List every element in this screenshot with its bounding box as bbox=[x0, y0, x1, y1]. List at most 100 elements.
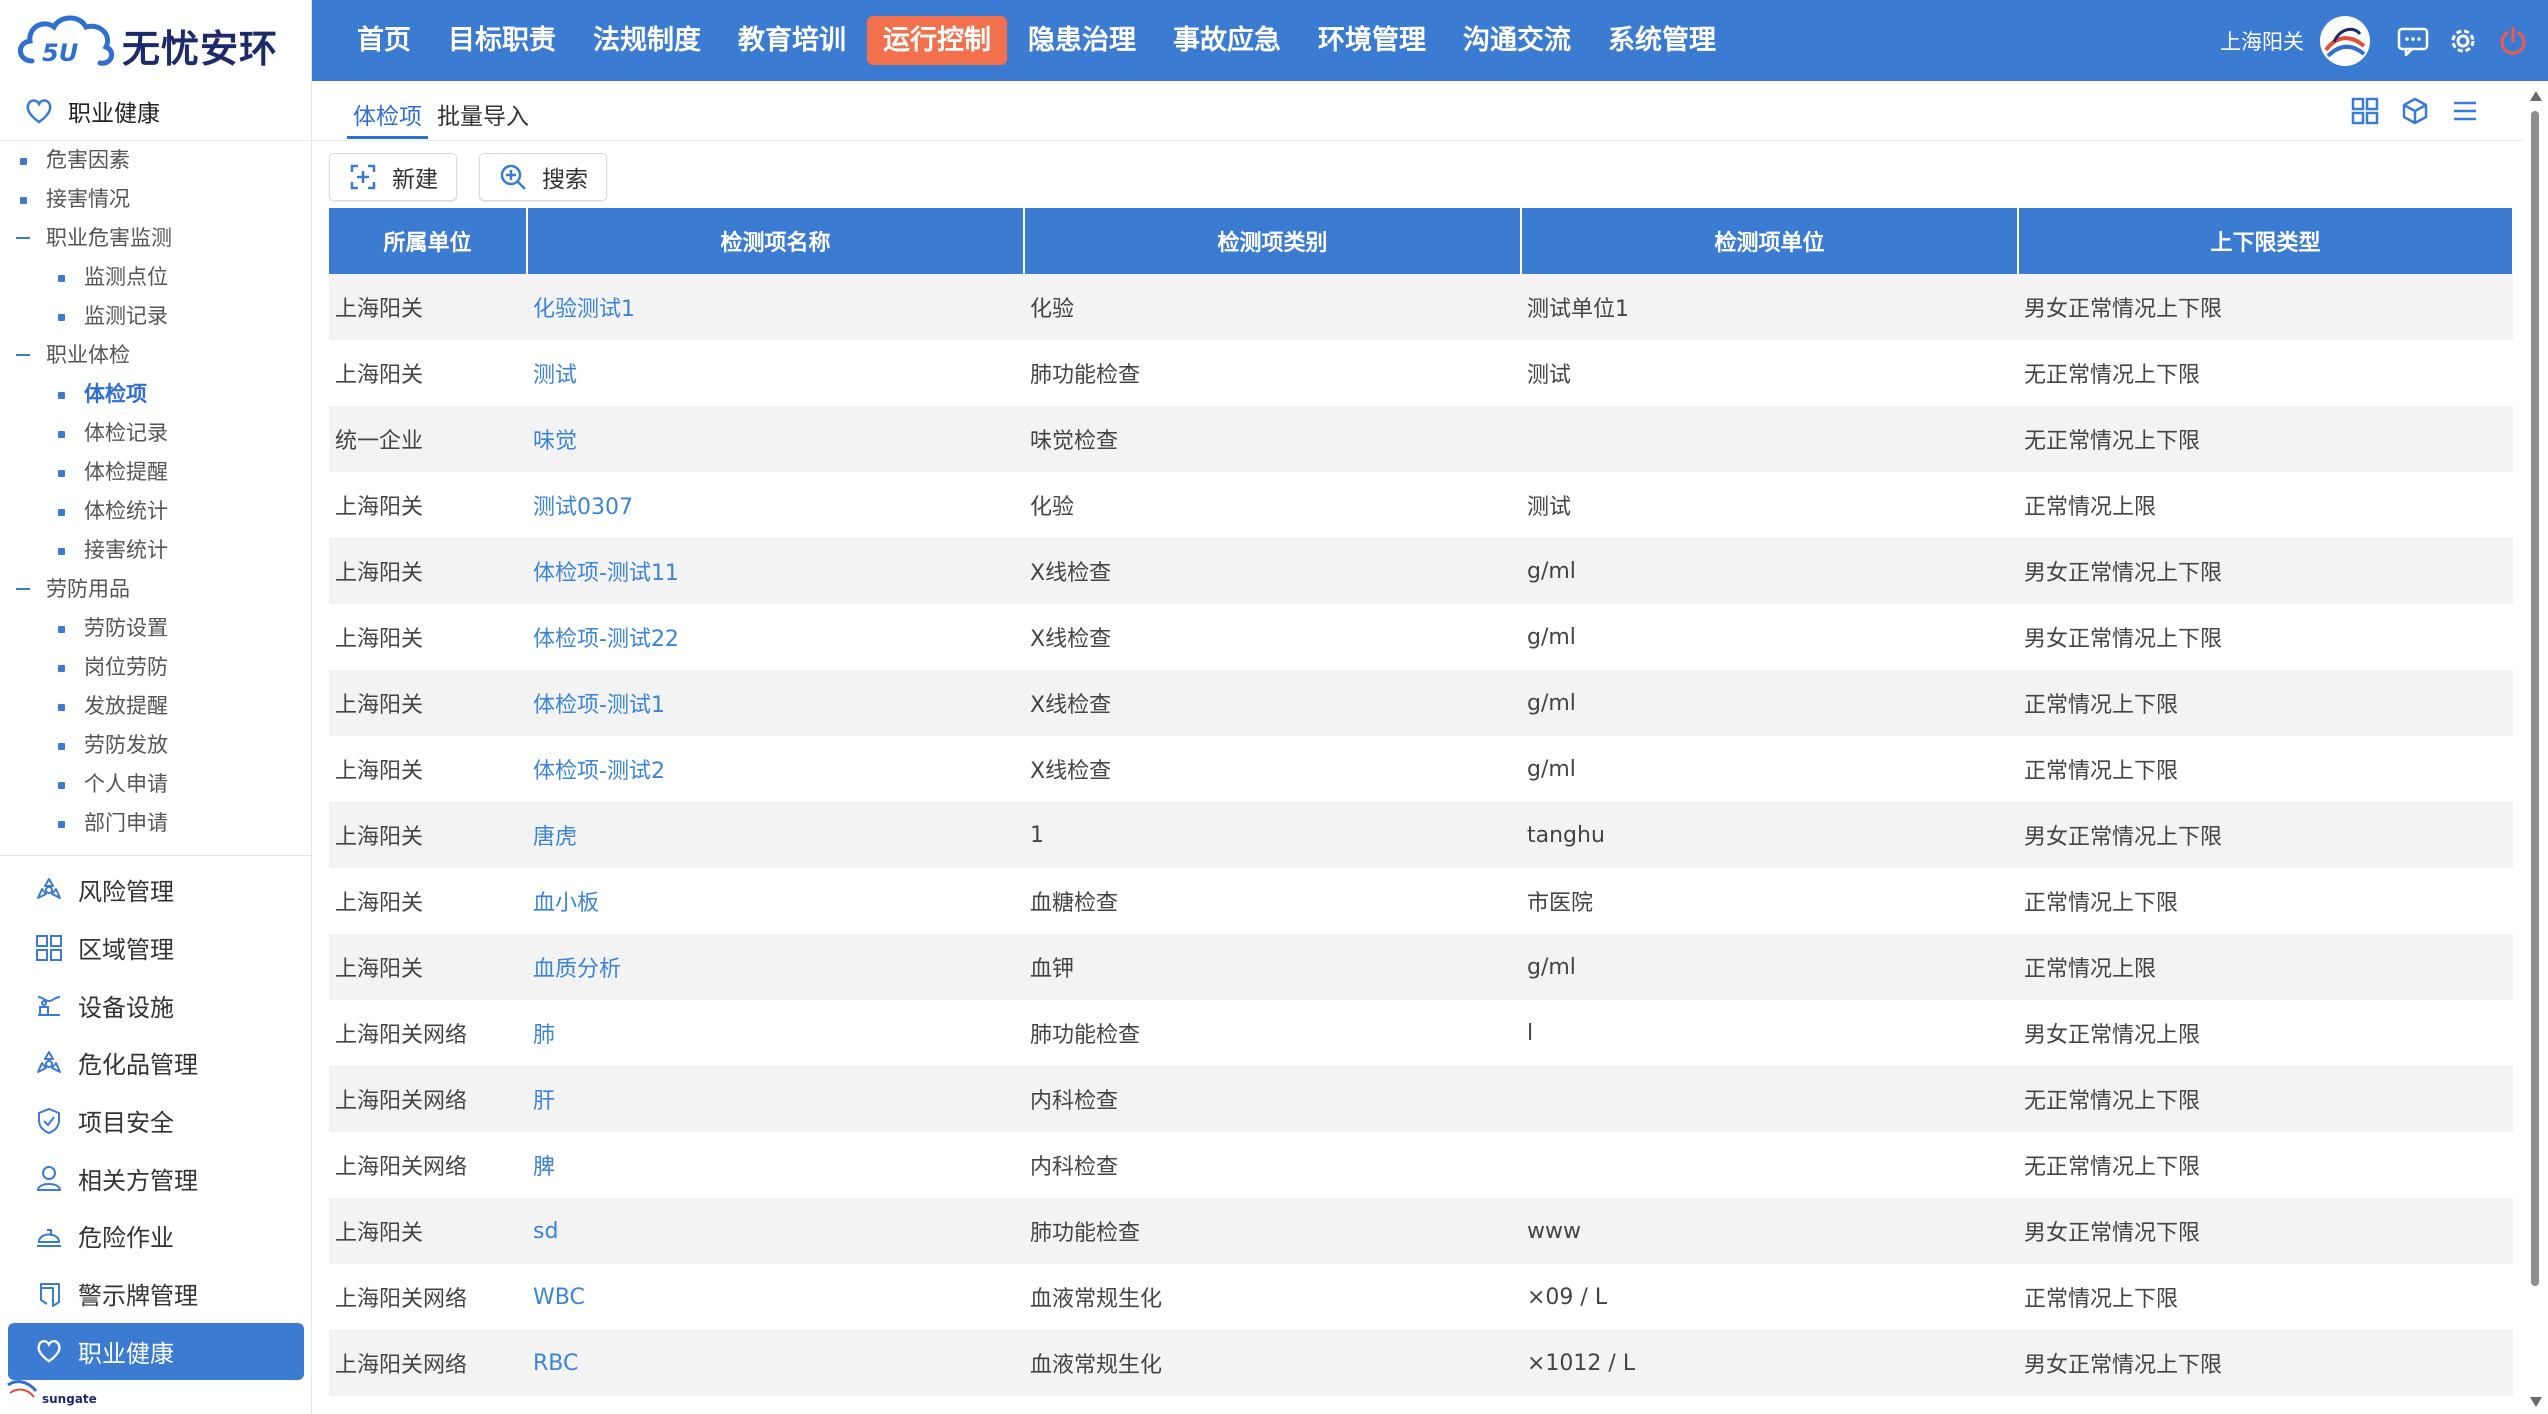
cell-item-name[interactable]: 肺 bbox=[527, 1000, 1024, 1066]
sidebar-tree-item[interactable]: 危害因素 bbox=[0, 141, 312, 180]
table-row[interactable]: 上海阳关网络 RBC 血液常规生化 ×1012 / L 男女正常情况上下限 bbox=[329, 1330, 2513, 1396]
sidebar-section-header[interactable]: 职业健康 bbox=[0, 81, 312, 141]
sidebar-tree-group[interactable]: 职业体检 bbox=[0, 336, 312, 375]
table-row[interactable]: 上海阳关 体检项-测试1 X线检查 g/ml 正常情况上下限 bbox=[329, 670, 2513, 736]
scroll-thumb[interactable] bbox=[2531, 111, 2539, 1286]
cell-limit-type: 正常情况上下限 bbox=[2018, 868, 2513, 934]
column-header-limit-type[interactable]: 上下限类型 bbox=[2018, 208, 2514, 274]
grid-view-icon[interactable] bbox=[2347, 93, 2383, 129]
sidebar-tree-item[interactable]: 体检统计 bbox=[0, 492, 312, 531]
cell-item-name[interactable]: 唐虎 bbox=[527, 802, 1024, 868]
table-row[interactable]: 上海阳关 sd 肺功能检查 www 男女正常情况下限 bbox=[329, 1198, 2513, 1264]
table-row[interactable]: 统一企业 味觉 味觉检查 无正常情况上下限 bbox=[329, 406, 2513, 472]
sidebar-module[interactable]: 相关方管理 bbox=[8, 1149, 304, 1207]
power-icon[interactable] bbox=[2488, 16, 2538, 66]
sidebar-module[interactable]: 区域管理 bbox=[8, 919, 304, 977]
table-row[interactable]: 上海阳关网络肺肺功能检查 l 男女正常情况上限 bbox=[329, 1000, 2513, 1066]
sidebar-tree-item[interactable]: 接害统计 bbox=[0, 531, 312, 570]
logo[interactable]: 5U 无忧安环 bbox=[0, 0, 312, 81]
cell-item-name[interactable]: RBC bbox=[527, 1330, 1024, 1396]
cell-item-unit: tanghu bbox=[1521, 802, 2018, 868]
sidebar-tree-label: 部门申请 bbox=[84, 811, 168, 835]
table-row[interactable]: 上海阳关网络脾内科检查 无正常情况上下限 bbox=[329, 1132, 2513, 1198]
cell-item-name[interactable]: 化验测试1 bbox=[527, 274, 1024, 340]
bullet-icon bbox=[58, 548, 65, 555]
sidebar-tree-item[interactable]: 体检记录 bbox=[0, 414, 312, 453]
nav-item[interactable]: 隐患治理 bbox=[1012, 16, 1152, 65]
sidebar-tree-item[interactable]: 体检项 bbox=[0, 375, 312, 414]
nav-item[interactable]: 首页 bbox=[341, 16, 427, 65]
nav-item[interactable]: 目标职责 bbox=[432, 16, 572, 65]
nav-item[interactable]: 系统管理 bbox=[1592, 16, 1732, 65]
sidebar-module[interactable]: 危险作业 bbox=[8, 1207, 304, 1265]
cell-item-name[interactable]: 味觉 bbox=[527, 406, 1024, 472]
table-row[interactable]: 上海阳关 体检项-测试2 X线检查 g/ml 正常情况上下限 bbox=[329, 736, 2513, 802]
nav-item[interactable]: 沟通交流 bbox=[1447, 16, 1587, 65]
cell-item-name[interactable]: 体检项-测试11 bbox=[527, 538, 1024, 604]
cell-item-name[interactable]: 血小板 bbox=[527, 868, 1024, 934]
list-view-icon[interactable] bbox=[2447, 93, 2483, 129]
sidebar-tree-item[interactable]: 发放提醒 bbox=[0, 687, 312, 726]
sidebar-module[interactable]: 设备设施 bbox=[8, 976, 304, 1034]
table-row[interactable]: 上海阳关 化验测试1 化验 测试单位1 男女正常情况上下限 bbox=[329, 274, 2513, 340]
table-row[interactable]: 上海阳关 体检项-测试11 X线检查 g/ml 男女正常情况上下限 bbox=[329, 538, 2513, 604]
tab-batch-import[interactable]: 批量导入 bbox=[437, 97, 529, 131]
table-row[interactable]: 上海阳关 体检项-测试22 X线检查 g/ml 男女正常情况上下限 bbox=[329, 604, 2513, 670]
sidebar-tree-item[interactable]: 个人申请 bbox=[0, 765, 312, 804]
nav-item[interactable]: 环境管理 bbox=[1302, 16, 1442, 65]
cell-item-name[interactable]: 体检项-测试22 bbox=[527, 604, 1024, 670]
cell-item-name[interactable]: 体检项-测试1 bbox=[527, 670, 1024, 736]
scroll-down-arrow[interactable] bbox=[2530, 1397, 2542, 1407]
table-row[interactable]: 上海阳关网络肝内科检查 无正常情况上下限 bbox=[329, 1066, 2513, 1132]
cell-item-name[interactable]: 体检项-测试2 bbox=[527, 736, 1024, 802]
nav-item[interactable]: 运行控制 bbox=[867, 16, 1007, 65]
cell-item-name[interactable]: 测试 bbox=[527, 340, 1024, 406]
table-row[interactable]: 上海阳关 测试 肺功能检查 测试 无正常情况上下限 bbox=[329, 340, 2513, 406]
new-button[interactable]: 新建 bbox=[329, 153, 457, 201]
gear-icon[interactable] bbox=[2438, 16, 2488, 66]
cell-unit: 上海阳关 bbox=[329, 1198, 527, 1264]
column-header-unit[interactable]: 所属单位 bbox=[329, 208, 528, 274]
tab-health-items[interactable]: 体检项 bbox=[347, 97, 428, 139]
table-row[interactable]: 上海阳关 血质分析 血钾 g/ml 正常情况上限 bbox=[329, 934, 2513, 1000]
table-row[interactable]: 上海阳关 测试0307 化验 测试 正常情况上限 bbox=[329, 472, 2513, 538]
sidebar-tree-item[interactable]: 监测点位 bbox=[0, 258, 312, 297]
column-header-item-unit[interactable]: 检测项单位 bbox=[1521, 208, 2019, 274]
cell-item-name[interactable]: WBC bbox=[527, 1264, 1024, 1330]
cell-item-name[interactable]: 血质分析 bbox=[527, 934, 1024, 1000]
sidebar-module[interactable]: 项目安全 bbox=[8, 1092, 304, 1150]
sidebar-tree-item[interactable]: 监测记录 bbox=[0, 297, 312, 336]
sidebar-module[interactable]: 职业健康 bbox=[8, 1322, 304, 1381]
column-header-category[interactable]: 检测项类别 bbox=[1024, 208, 1522, 274]
table-row[interactable]: 上海阳关网络 WBC 血液常规生化 ×09 / L 正常情况上下限 bbox=[329, 1264, 2513, 1330]
sidebar-tree-item[interactable]: 接害情况 bbox=[0, 180, 312, 219]
sidebar-tree-item[interactable]: 岗位劳防 bbox=[0, 648, 312, 687]
cell-item-name[interactable]: 肝 bbox=[527, 1066, 1024, 1132]
column-header-item-name[interactable]: 检测项名称 bbox=[527, 208, 1025, 274]
cell-item-unit: ×1012 / L bbox=[1521, 1330, 2018, 1396]
user-name[interactable]: 上海阳关 bbox=[2220, 26, 2304, 56]
message-icon[interactable] bbox=[2388, 16, 2438, 66]
sidebar-module[interactable]: 危化品管理 bbox=[8, 1034, 304, 1092]
nav-item[interactable]: 法规制度 bbox=[577, 16, 717, 65]
sidebar-module[interactable]: 风险管理 bbox=[8, 861, 304, 919]
search-button[interactable]: 搜索 bbox=[479, 153, 607, 201]
sidebar-module[interactable]: 警示牌管理 bbox=[8, 1265, 304, 1323]
scroll-up-arrow[interactable] bbox=[2530, 91, 2542, 101]
avatar[interactable] bbox=[2320, 15, 2370, 66]
sidebar-tree-item[interactable]: 劳防设置 bbox=[0, 609, 312, 648]
cell-item-name[interactable]: 测试0307 bbox=[527, 472, 1024, 538]
vertical-scrollbar[interactable] bbox=[2528, 91, 2542, 1414]
nav-item[interactable]: 教育培训 bbox=[722, 16, 862, 65]
sidebar-tree-item[interactable]: 劳防发放 bbox=[0, 726, 312, 765]
cell-item-name[interactable]: sd bbox=[527, 1198, 1024, 1264]
nav-item[interactable]: 事故应急 bbox=[1157, 16, 1297, 65]
table-row[interactable]: 上海阳关 唐虎 1 tanghu 男女正常情况上下限 bbox=[329, 802, 2513, 868]
sidebar-tree-group[interactable]: 劳防用品 bbox=[0, 570, 312, 609]
table-row[interactable]: 上海阳关 血小板 血糖检查 市医院 正常情况上下限 bbox=[329, 868, 2513, 934]
sidebar-tree-item[interactable]: 体检提醒 bbox=[0, 453, 312, 492]
cell-item-name[interactable]: 脾 bbox=[527, 1132, 1024, 1198]
sidebar-tree-item[interactable]: 部门申请 bbox=[0, 804, 312, 843]
cube-icon[interactable] bbox=[2397, 93, 2433, 129]
sidebar-tree-group[interactable]: 职业危害监测 bbox=[0, 219, 312, 258]
